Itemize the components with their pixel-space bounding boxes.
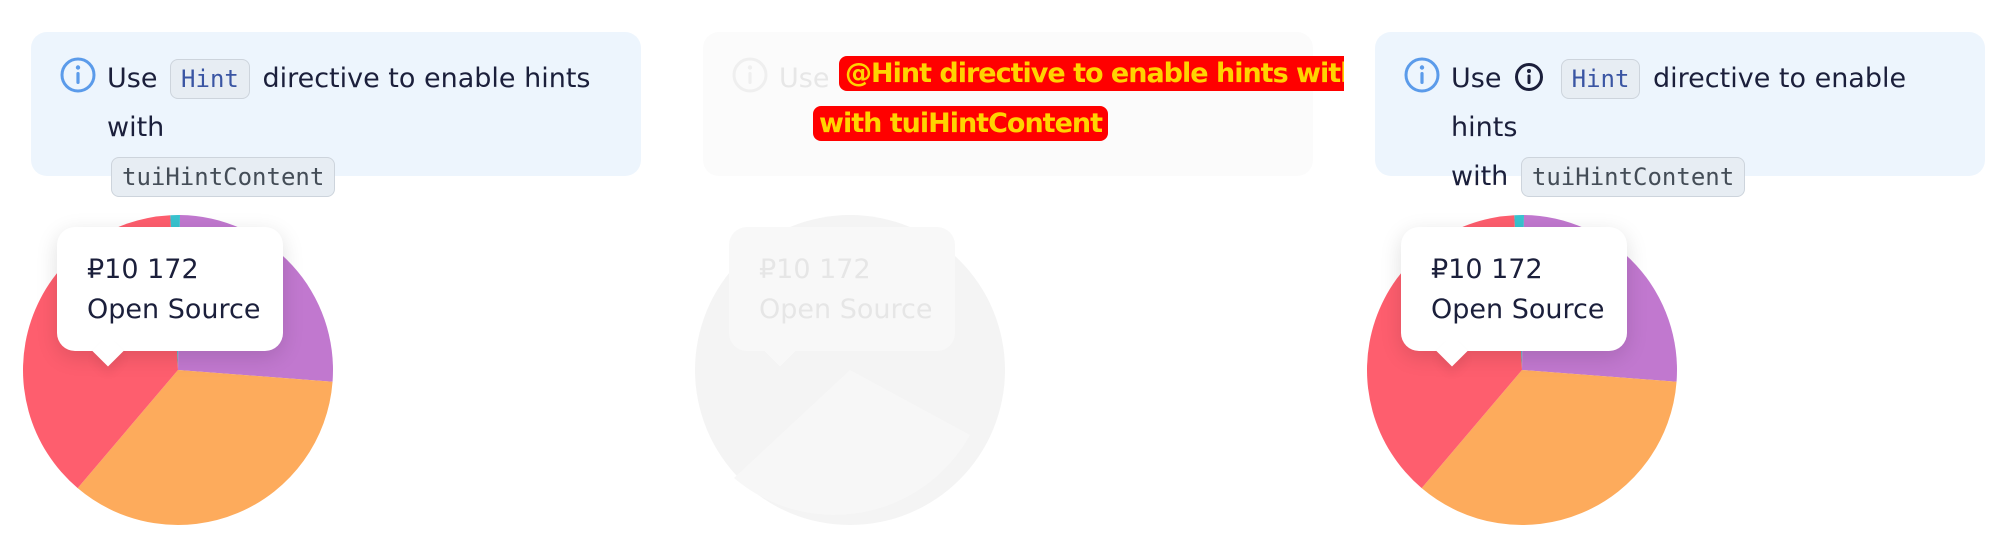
glitch-text-line1: @Hint directive to enable hints with — [839, 56, 1365, 91]
hint-tooltip: ₽10 172 Open Source — [57, 227, 283, 351]
info-circle-icon[interactable] — [1514, 62, 1544, 92]
notice-text: Use Hint directive to enable hints with … — [107, 54, 627, 201]
content-code-chip: tuiHintContent — [1520, 157, 1746, 197]
notice-with-word: with — [1451, 161, 1509, 192]
notice-text: Use Hint directive to enable hints with … — [1451, 54, 1971, 201]
hint-notice: Use Hint directive to enable hints with … — [1375, 32, 1985, 197]
hint-tooltip-faded: ₽10 172 Open Source — [729, 227, 955, 351]
content-code-chip: tuiHintContent — [111, 157, 336, 197]
tooltip-label: Open Source — [87, 294, 261, 325]
tooltip-amount: ₽10 172 — [759, 254, 871, 285]
info-circle-icon — [1404, 57, 1440, 93]
demo-panel-right: Use Hint directive to enable hints with … — [1344, 0, 2016, 544]
tooltip-label: Open Source — [1431, 294, 1605, 325]
notice-use-word: Use — [779, 63, 830, 94]
hint-tooltip: ₽10 172 Open Source — [1401, 227, 1627, 351]
demo-panel-middle: Use @Hint directive to enable hints with… — [672, 0, 1365, 544]
notice-use-word: Use — [107, 63, 158, 94]
hint-notice: Use Hint directive to enable hints with … — [31, 32, 641, 197]
tooltip-amount: ₽10 172 — [1431, 254, 1543, 285]
hint-code-chip: Hint — [170, 59, 250, 99]
glitch-text-line2: with tuiHintContent — [813, 106, 1109, 141]
hint-notice-faded: Use @Hint directive to enable hints with… — [703, 32, 1365, 176]
info-circle-icon — [60, 57, 96, 93]
notice-use-word: Use — [1451, 63, 1502, 94]
hint-code-chip: Hint — [1560, 59, 1641, 99]
tooltip-amount: ₽10 172 — [87, 254, 199, 285]
tooltip-label: Open Source — [759, 294, 933, 325]
demo-panel-left: Use Hint directive to enable hints with … — [0, 0, 672, 544]
info-circle-icon — [732, 57, 768, 93]
